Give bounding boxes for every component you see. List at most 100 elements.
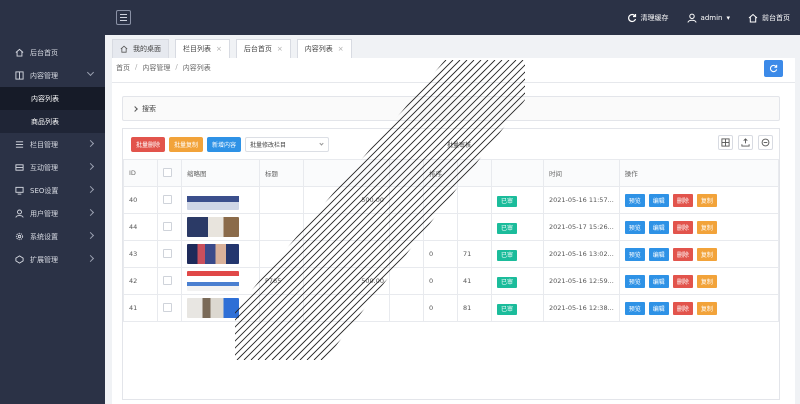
search-label: 搜索	[142, 104, 156, 113]
batch-copy-button[interactable]: 批量复制	[169, 137, 204, 152]
user-menu[interactable]: admin ▾	[687, 13, 730, 23]
sidebar-subitem-product-list[interactable]: 商品列表	[0, 110, 105, 133]
table-row: 44 已审 2021-05-17 15:26... 预览 编辑 删除 复制	[123, 213, 780, 241]
cell-actions: 预览 编辑 删除 复制	[618, 267, 780, 295]
col-id: ID	[123, 159, 158, 187]
cell-time: 2021-05-16 11:57...	[543, 186, 620, 214]
sidebar-item-dashboard[interactable]: 后台首页	[0, 41, 105, 64]
sidebar-item-label: 扩展管理	[30, 255, 58, 264]
top-bar: 清理缓存 admin ▾ 前台首页	[0, 0, 800, 35]
cell-price	[303, 240, 390, 268]
batch-column-select[interactable]: 批量修改栏目	[245, 137, 330, 152]
sidebar-item-label: 用户管理	[30, 209, 58, 218]
sidebar-item-extensions[interactable]: 扩展管理	[0, 248, 105, 271]
cell-actions: 预览 编辑 删除 复制	[618, 294, 780, 322]
col-title: 标题	[259, 159, 304, 187]
breadcrumb-item[interactable]: 内容管理	[142, 63, 170, 73]
chevron-down-icon	[86, 68, 95, 77]
add-content-button[interactable]: 新增内容	[207, 137, 242, 152]
cell-time: 2021-05-16 12:59...	[543, 267, 620, 295]
cell-thumb	[181, 186, 260, 214]
sidebar-item-interaction[interactable]: 互动管理	[0, 156, 105, 179]
row-checkbox[interactable]	[163, 302, 172, 312]
chevron-right-icon	[86, 231, 95, 240]
refresh-button[interactable]	[764, 60, 783, 77]
copy-button[interactable]: 复制	[696, 274, 717, 288]
tab-admin-home[interactable]: 后台首页 ×	[235, 39, 291, 58]
close-icon[interactable]: ×	[277, 45, 283, 53]
columns-filter-button[interactable]	[718, 135, 733, 150]
tab-label: 后台首页	[243, 45, 272, 53]
delete-button[interactable]: 删除	[672, 301, 693, 315]
cell-id: 44	[123, 213, 158, 241]
batch-delete-button[interactable]: 批量删除	[131, 137, 166, 152]
sidebar-item-label: 内容管理	[30, 71, 58, 80]
batch-column-label: 批量修改栏目	[250, 142, 287, 149]
preview-button[interactable]: 预览	[624, 301, 645, 315]
cell-id: 40	[123, 186, 158, 214]
row-checkbox[interactable]	[163, 275, 172, 285]
preview-button[interactable]: 预览	[624, 193, 645, 207]
sidebar-item-content[interactable]: 内容管理	[0, 64, 105, 87]
edit-button[interactable]: 编辑	[648, 301, 669, 315]
cell-title	[259, 294, 304, 322]
sidebar-subitem-content-list[interactable]: 内容列表	[0, 87, 105, 110]
cell-sort: 0	[423, 294, 458, 322]
menu-toggle-button[interactable]	[116, 10, 131, 25]
row-checkbox[interactable]	[163, 194, 172, 204]
cell-thumb	[181, 294, 260, 322]
cell-time: 2021-05-16 12:38...	[543, 294, 620, 322]
clear-cache-button[interactable]: 清理缓存	[627, 13, 669, 23]
tab-label: 内容列表	[304, 45, 333, 53]
cell-status: 已审	[491, 186, 544, 214]
edit-button[interactable]: 编辑	[648, 274, 669, 288]
cell-thumb	[181, 240, 260, 268]
edit-button[interactable]: 编辑	[648, 247, 669, 261]
copy-button[interactable]: 复制	[696, 301, 717, 315]
tab-column-list[interactable]: 栏目列表 ×	[175, 39, 230, 58]
copy-button[interactable]: 复制	[696, 247, 717, 261]
preview-button[interactable]: 预览	[624, 274, 645, 288]
cell-price: 500.00	[303, 186, 390, 214]
delete-button[interactable]: 删除	[672, 274, 693, 288]
delete-button[interactable]: 删除	[672, 193, 693, 207]
sidebar-item-users[interactable]: 用户管理	[0, 202, 105, 225]
close-icon[interactable]: ×	[338, 45, 344, 53]
search-panel-toggle[interactable]: 搜索	[122, 96, 780, 121]
delete-button[interactable]: 删除	[672, 220, 693, 234]
preview-button[interactable]: 预览	[624, 220, 645, 234]
preview-button[interactable]: 预览	[624, 247, 645, 261]
export-button[interactable]	[738, 135, 753, 150]
cell-select	[157, 267, 182, 295]
table-row: 41 0 81 已审 2021-05-16 12:38... 预览 编辑 删除 …	[123, 294, 780, 322]
home-icon	[120, 45, 128, 53]
sidebar-item-columns[interactable]: 栏目管理	[0, 133, 105, 156]
cell-price: 500.00	[303, 267, 390, 295]
row-checkbox[interactable]	[163, 221, 172, 231]
cell-blank	[389, 186, 424, 214]
table-header-row: ID 缩略图 标题 排序 时间 操作	[123, 159, 780, 187]
batch-review-label: 批量审核	[447, 142, 472, 149]
copy-button[interactable]: 复制	[696, 193, 717, 207]
batch-review-select[interactable]: 批量审核	[443, 137, 553, 152]
cell-time: 2021-05-16 13:02...	[543, 240, 620, 268]
copy-button[interactable]: 复制	[696, 220, 717, 234]
sidebar-item-seo[interactable]: SEO设置	[0, 179, 105, 202]
chevron-right-icon	[86, 139, 95, 148]
cell-select	[157, 294, 182, 322]
print-button[interactable]	[758, 135, 773, 150]
select-all-checkbox[interactable]	[163, 167, 172, 177]
delete-button[interactable]: 删除	[672, 247, 693, 261]
sidebar-item-settings[interactable]: 系统设置	[0, 225, 105, 248]
close-icon[interactable]: ×	[216, 45, 222, 53]
front-home-link[interactable]: 前台首页	[748, 13, 790, 23]
toolbar: 批量删除 批量复制 新增内容 批量修改栏目	[131, 137, 330, 152]
edit-button[interactable]: 编辑	[648, 220, 669, 234]
sidebar-item-label: 栏目管理	[30, 140, 58, 149]
tab-desktop[interactable]: 我的桌面	[112, 39, 169, 58]
edit-button[interactable]: 编辑	[648, 193, 669, 207]
breadcrumb-item[interactable]: 首页	[116, 63, 130, 73]
row-checkbox[interactable]	[163, 248, 172, 258]
cell-views: 41	[457, 267, 492, 295]
tab-content-list[interactable]: 内容列表 ×	[296, 39, 352, 58]
